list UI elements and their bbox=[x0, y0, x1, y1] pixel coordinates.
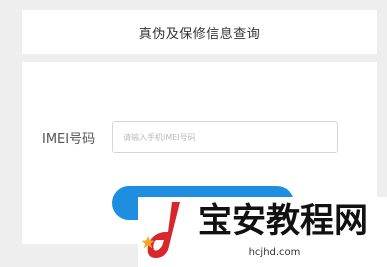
imei-input[interactable] bbox=[112, 121, 338, 153]
site-domain: hcjhd.com bbox=[248, 247, 301, 258]
page-title: 真伪及保修信息查询 bbox=[138, 26, 261, 42]
page-header: 真伪及保修信息查询 bbox=[22, 10, 377, 54]
page: { "header": { "title": "真伪及保修信息查询" }, "f… bbox=[0, 0, 387, 267]
site-watermark: 宝安教程网 hcjhd.com bbox=[138, 197, 387, 267]
imei-label: IMEI号码 bbox=[42, 132, 96, 147]
site-name: 宝安教程网 bbox=[198, 201, 368, 241]
